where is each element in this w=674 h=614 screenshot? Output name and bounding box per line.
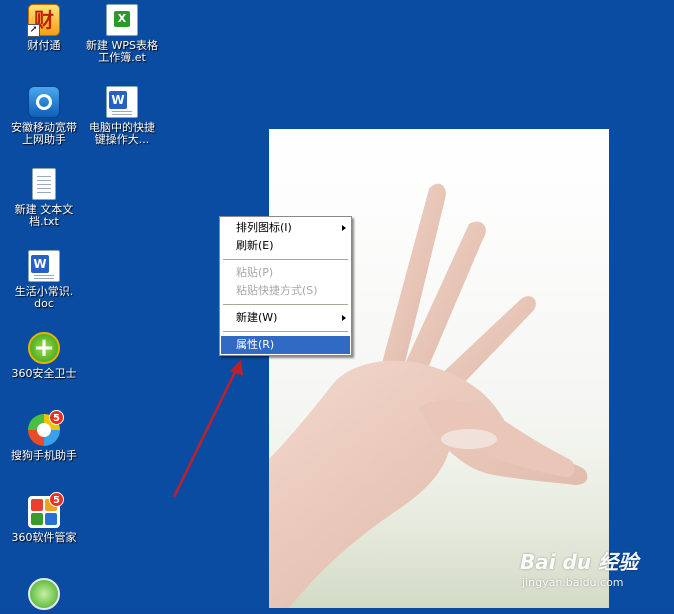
menu-item-label: 粘贴快捷方式(S) — [236, 284, 318, 297]
menu-separator — [223, 331, 348, 332]
menu-item-new[interactable]: 新建(W) — [220, 309, 351, 327]
menu-item-label: 排列图标(I) — [236, 221, 292, 234]
menu-item-label: 属性(R) — [236, 338, 275, 351]
menu-item-paste-shortcut: 粘贴快捷方式(S) — [220, 282, 351, 300]
menu-item-arrange-icons[interactable]: 排列图标(I) — [220, 219, 351, 237]
menu-separator — [223, 304, 348, 305]
arrow-shaft — [172, 369, 238, 498]
menu-item-refresh[interactable]: 刷新(E) — [220, 237, 351, 255]
desktop-context-menu: 排列图标(I) 刷新(E) 粘贴(P) 粘贴快捷方式(S) 新建(W) 属性(R… — [219, 216, 352, 356]
baidu-jingyan-watermark: Bai du 经验 jingyan.baidu.com — [520, 540, 650, 600]
menu-separator — [223, 259, 348, 260]
menu-item-paste: 粘贴(P) — [220, 264, 351, 282]
watermark-brand: Bai du 经验 — [520, 550, 639, 574]
watermark-site: jingyan.baidu.com — [522, 576, 624, 589]
submenu-arrow-icon — [342, 315, 346, 321]
menu-item-properties[interactable]: 属性(R) — [221, 336, 350, 354]
menu-item-label: 新建(W) — [236, 311, 278, 324]
submenu-arrow-icon — [342, 225, 346, 231]
menu-item-label: 刷新(E) — [236, 239, 274, 252]
menu-item-label: 粘贴(P) — [236, 266, 274, 279]
arrow-head — [230, 360, 243, 376]
desktop[interactable]: 财 ↗ 财付通 X 新建 WPS表格 工作簿.et 安徽移动宽带 上网助手 W … — [0, 0, 674, 610]
